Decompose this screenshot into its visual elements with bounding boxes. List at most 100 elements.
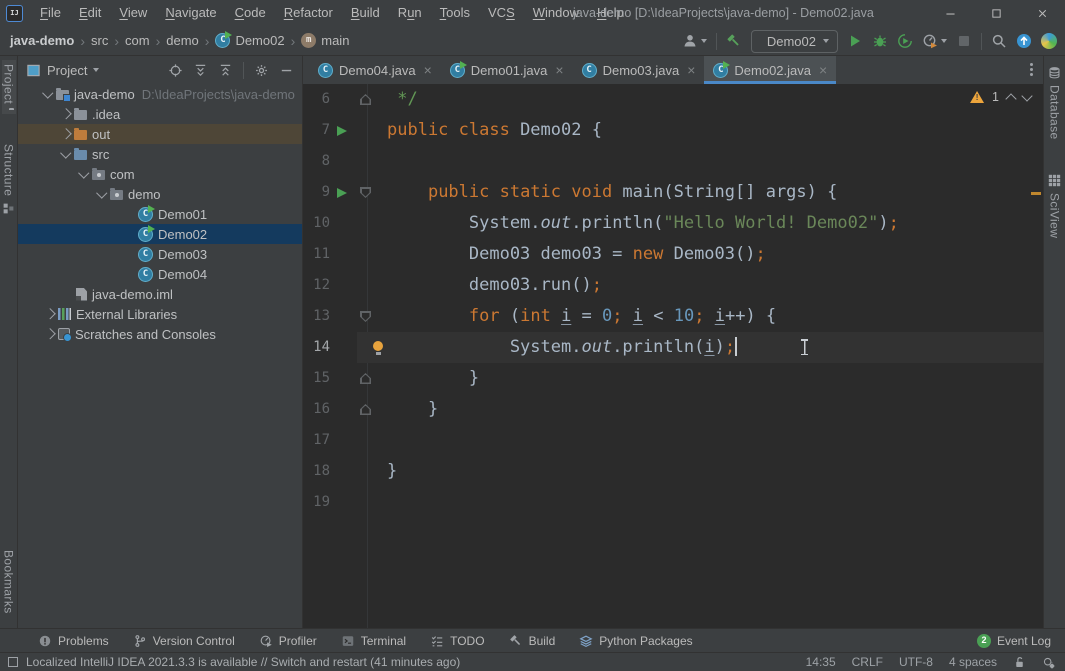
tool-button-python-packages[interactable]: Python Packages — [579, 634, 692, 648]
fold-end-icon[interactable] — [360, 394, 371, 425]
chevron-down-icon[interactable] — [93, 68, 99, 72]
fold-end-icon[interactable] — [360, 84, 371, 115]
fold-open-icon[interactable] — [360, 301, 371, 332]
code-line-9[interactable]: 9 public static void main(String[] args)… — [303, 177, 1043, 208]
tree-item-demo04[interactable]: CDemo04 — [18, 264, 302, 284]
tool-button-event-log[interactable]: 2Event Log — [977, 634, 1051, 648]
fold-open-icon[interactable] — [360, 177, 371, 208]
maximize-icon[interactable] — [973, 0, 1019, 26]
code-area[interactable]: 6 */7public class Demo02 {89 public stat… — [303, 84, 1043, 518]
status-item-4-spaces[interactable]: 4 spaces — [949, 655, 997, 669]
tree-item-demo01[interactable]: CDemo01 — [18, 204, 302, 224]
code-line-19[interactable]: 19 — [303, 487, 1043, 518]
lock-icon[interactable] — [1013, 656, 1026, 669]
code-line-12[interactable]: 12 demo03.run(); — [303, 270, 1043, 301]
tab-demo01-java[interactable]: CDemo01.java× — [441, 56, 573, 84]
tab-demo02-java[interactable]: CDemo02.java× — [704, 56, 836, 84]
tree-item-com[interactable]: com — [18, 164, 302, 184]
tab-close-icon[interactable]: × — [424, 63, 432, 77]
locate-file-icon[interactable] — [168, 63, 183, 78]
run-configuration-select[interactable]: Demo02 — [751, 30, 838, 53]
code-line-14[interactable]: 14 System.out.println(i); — [303, 332, 1043, 363]
tree-chevron-icon[interactable] — [94, 192, 110, 197]
code-line-11[interactable]: 11 Demo03 demo03 = new Demo03(); — [303, 239, 1043, 270]
gear-icon[interactable] — [254, 63, 269, 78]
breadcrumb-java-demo[interactable]: java-demo — [10, 33, 74, 48]
menu-run[interactable]: Run — [389, 0, 431, 26]
search-everywhere-icon[interactable] — [991, 33, 1007, 49]
tree-item-java-demo[interactable]: java-demoD:\IdeaProjects\java-demo — [18, 84, 302, 104]
code-line-7[interactable]: 7public class Demo02 { — [303, 115, 1043, 146]
code-line-17[interactable]: 17 — [303, 425, 1043, 456]
tool-stripe-project[interactable]: Project — [2, 60, 16, 114]
tool-button-version-control[interactable]: Version Control — [133, 634, 235, 648]
tool-button-todo[interactable]: TODO — [430, 634, 484, 648]
hide-panel-icon[interactable] — [279, 63, 294, 78]
tool-stripe-bookmarks[interactable]: Bookmarks — [2, 546, 16, 624]
tree-chevron-icon[interactable] — [76, 172, 92, 177]
tool-stripe-sciview[interactable]: SciView — [1048, 170, 1062, 242]
menu-tools[interactable]: Tools — [431, 0, 479, 26]
run-with-coverage-icon[interactable] — [897, 33, 913, 49]
breadcrumb-com[interactable]: com — [125, 33, 150, 48]
tree-item-external-libraries[interactable]: External Libraries — [18, 304, 302, 324]
expand-all-icon[interactable] — [193, 63, 208, 78]
tab-close-icon[interactable]: × — [687, 63, 695, 77]
tab-close-icon[interactable]: × — [555, 63, 563, 77]
tool-stripe-structure[interactable]: Structure — [2, 140, 16, 219]
intention-bulb-icon[interactable] — [373, 332, 383, 363]
tool-stripe-database[interactable]: Database — [1048, 62, 1062, 144]
tree-chevron-icon[interactable] — [58, 152, 74, 157]
tool-button-problems[interactable]: Problems — [38, 634, 109, 648]
tool-button-profiler[interactable]: Profiler — [259, 634, 317, 648]
close-icon[interactable] — [1019, 0, 1065, 26]
tree-item-.idea[interactable]: .idea — [18, 104, 302, 124]
run-line-icon[interactable] — [337, 177, 347, 208]
tree-item-out[interactable]: out — [18, 124, 302, 144]
tab-close-icon[interactable]: × — [819, 63, 827, 77]
code-line-10[interactable]: 10 System.out.println("Hello World! Demo… — [303, 208, 1043, 239]
code-line-6[interactable]: 6 */ — [303, 84, 1043, 115]
status-item-crlf[interactable]: CRLF — [852, 655, 883, 669]
tree-item-demo03[interactable]: CDemo03 — [18, 244, 302, 264]
tree-chevron-icon[interactable] — [58, 110, 74, 118]
breadcrumb-demo[interactable]: demo — [166, 33, 199, 48]
breadcrumb-demo02[interactable]: CDemo02 — [215, 33, 284, 48]
menu-file[interactable]: File — [31, 0, 70, 26]
status-item-utf-8[interactable]: UTF-8 — [899, 655, 933, 669]
profile-avatar-icon[interactable] — [682, 33, 707, 49]
build-hammer-icon[interactable] — [726, 33, 742, 49]
menu-build[interactable]: Build — [342, 0, 389, 26]
status-message-area[interactable]: Localized IntelliJ IDEA 2021.3.3 is avai… — [8, 655, 460, 669]
code-line-8[interactable]: 8 — [303, 146, 1043, 177]
inspection-profile-icon[interactable] — [1042, 656, 1055, 669]
code-line-18[interactable]: 18} — [303, 456, 1043, 487]
tree-chevron-icon[interactable] — [42, 330, 58, 338]
tree-item-demo02[interactable]: CDemo02 — [18, 224, 302, 244]
menu-code[interactable]: Code — [226, 0, 275, 26]
menu-navigate[interactable]: Navigate — [156, 0, 225, 26]
editor-body[interactable]: 6 */7public class Demo02 {89 public stat… — [303, 84, 1043, 628]
tree-item-java-demo.iml[interactable]: java-demo.iml — [18, 284, 302, 304]
menu-view[interactable]: View — [110, 0, 156, 26]
update-icon[interactable] — [1016, 33, 1032, 49]
collapse-all-icon[interactable] — [218, 63, 233, 78]
tree-item-demo[interactable]: demo — [18, 184, 302, 204]
tree-chevron-icon[interactable] — [40, 92, 56, 97]
tree-item-src[interactable]: src — [18, 144, 302, 164]
menu-refactor[interactable]: Refactor — [275, 0, 342, 26]
tree-item-scratches-and-consoles[interactable]: Scratches and Consoles — [18, 324, 302, 344]
status-item-14-35[interactable]: 14:35 — [806, 655, 836, 669]
run-icon[interactable] — [847, 33, 863, 49]
breadcrumb-src[interactable]: src — [91, 33, 108, 48]
settings-sync-icon[interactable] — [1041, 33, 1057, 49]
tree-chevron-icon[interactable] — [58, 130, 74, 138]
menu-vcs[interactable]: VCS — [479, 0, 524, 26]
tab-options-icon[interactable] — [1023, 56, 1039, 84]
code-line-15[interactable]: 15 } — [303, 363, 1043, 394]
tab-demo03-java[interactable]: CDemo03.java× — [573, 56, 705, 84]
fold-end-icon[interactable] — [360, 363, 371, 394]
code-line-13[interactable]: 13 for (int i = 0; i < 10; i++) { — [303, 301, 1043, 332]
profiler-icon[interactable] — [922, 33, 947, 49]
tree-chevron-icon[interactable] — [42, 310, 58, 318]
